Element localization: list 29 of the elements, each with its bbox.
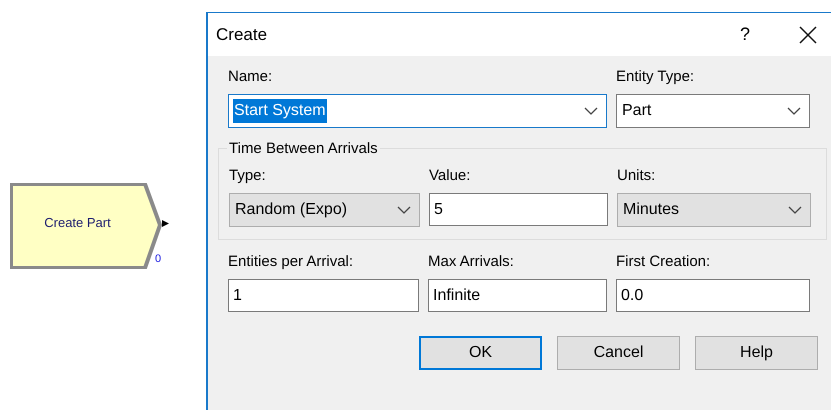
help-button[interactable]: ?	[725, 20, 765, 50]
dialog-button[interactable]: OK	[419, 336, 542, 370]
entity-count: 0	[155, 252, 162, 267]
field-label: First Creation:	[616, 253, 712, 271]
dropdown-field[interactable]: Random (Expo)	[229, 193, 420, 227]
dropdown-field[interactable]: Start System	[228, 94, 607, 128]
field-label: Type:	[229, 167, 267, 185]
text-field[interactable]: 5	[429, 193, 608, 226]
text-field[interactable]: Infinite	[428, 279, 607, 312]
field-label: Units:	[617, 167, 656, 185]
dialog-button[interactable]: Help	[695, 336, 818, 370]
field-label: Entity Type:	[616, 68, 696, 86]
dropdown-field[interactable]: Minutes	[617, 193, 811, 227]
connection-arrow-icon	[161, 219, 170, 228]
chevron-down-icon	[397, 206, 411, 214]
field-label: Max Arrivals:	[428, 253, 515, 271]
field-label: Name:	[228, 68, 274, 86]
text-field[interactable]: 1	[228, 279, 419, 312]
close-icon	[799, 26, 817, 44]
field-label: Value:	[429, 167, 472, 185]
chevron-down-icon	[584, 107, 598, 115]
chevron-down-icon	[788, 206, 802, 214]
text-field[interactable]: 0.0	[616, 279, 810, 312]
dialog-button[interactable]: Cancel	[557, 336, 680, 370]
field-label: Entities per Arrival:	[228, 253, 354, 271]
dropdown-field[interactable]: Part	[616, 94, 810, 128]
chevron-down-icon	[787, 107, 801, 115]
module-label: Create Part	[43, 214, 112, 232]
window-title: Create	[216, 24, 268, 46]
